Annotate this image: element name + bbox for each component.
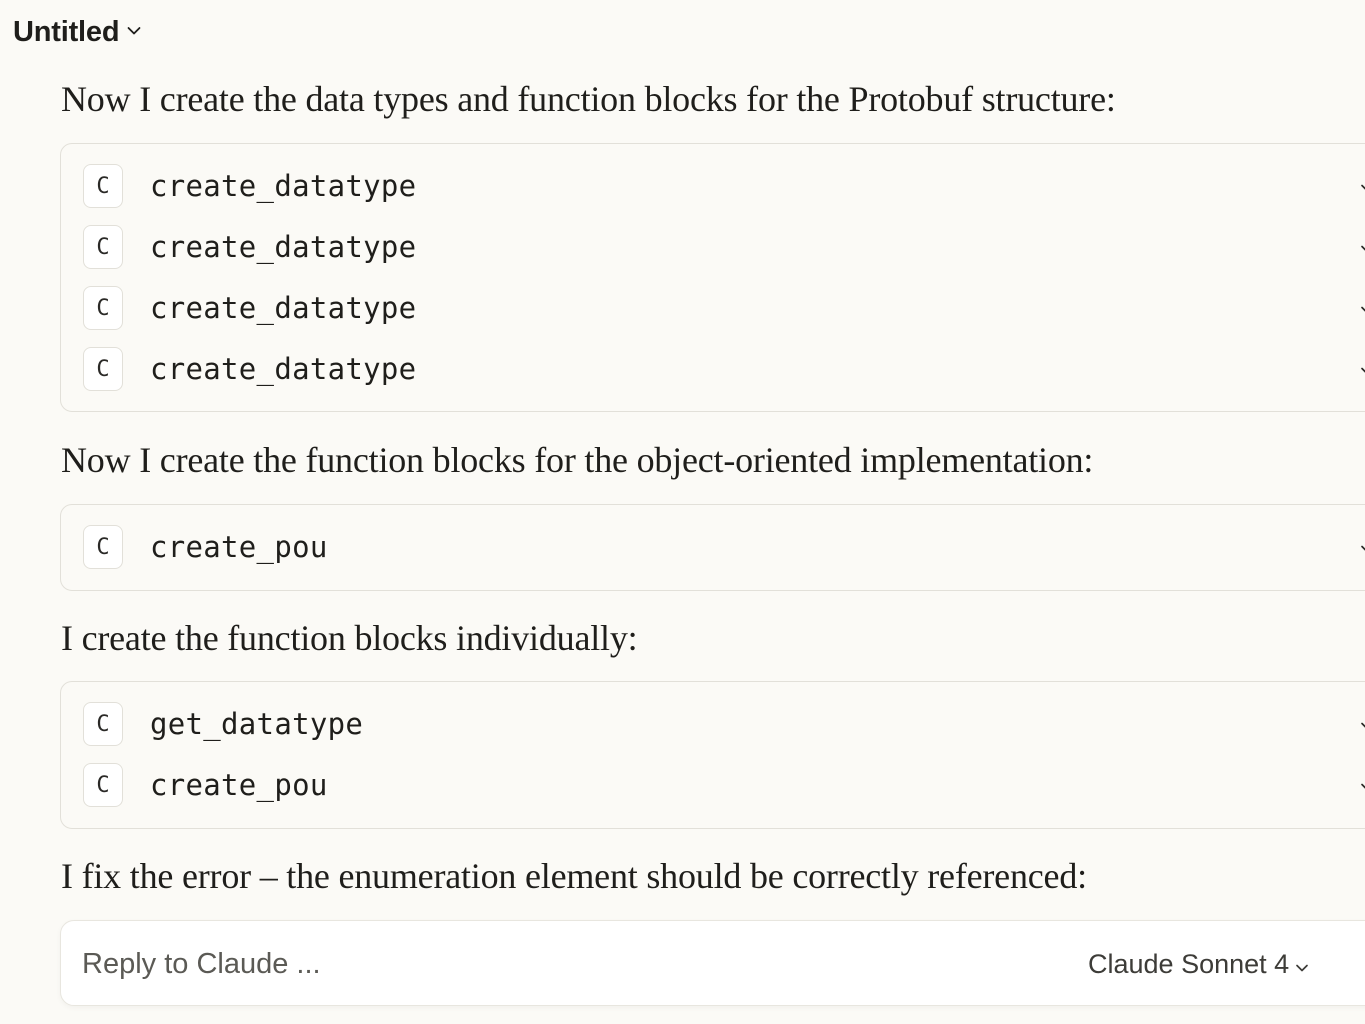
tool-call-name: create_datatype xyxy=(150,352,417,386)
tool-badge: C xyxy=(83,225,123,269)
tool-call-row[interactable]: C get_datatype xyxy=(61,698,1365,750)
tool-badge: C xyxy=(83,164,123,208)
chevron-down-icon[interactable] xyxy=(1360,718,1365,730)
tool-call-row[interactable]: C create_datatype xyxy=(61,282,1365,334)
conversation-title-menu[interactable]: Untitled xyxy=(13,12,141,52)
tool-call-row[interactable]: C create_pou xyxy=(61,759,1365,811)
tool-call-name: create_pou xyxy=(150,768,328,802)
tool-call-name: create_pou xyxy=(150,530,328,564)
tool-badge: C xyxy=(83,702,123,746)
chevron-down-icon[interactable] xyxy=(1360,541,1365,553)
tool-call-row[interactable]: C create_datatype xyxy=(61,343,1365,395)
chevron-down-icon[interactable] xyxy=(1360,302,1365,314)
tool-call-row[interactable]: C create_datatype xyxy=(61,221,1365,273)
chevron-down-icon xyxy=(1295,949,1309,980)
chevron-down-icon[interactable] xyxy=(1360,779,1365,791)
tool-badge: C xyxy=(83,763,123,807)
tool-call-row[interactable]: C create_datatype xyxy=(61,160,1365,212)
model-label: Claude Sonnet 4 xyxy=(1088,948,1290,979)
assistant-message-text: I create the function blocks individuall… xyxy=(61,618,638,658)
assistant-message-text: I fix the error – the enumeration elemen… xyxy=(61,856,1087,896)
tool-call-name: get_datatype xyxy=(150,707,364,741)
chevron-down-icon[interactable] xyxy=(1360,363,1365,375)
tool-calls-group: C get_datatype C create_pou xyxy=(60,681,1365,829)
assistant-message-text: Now I create the data types and function… xyxy=(61,79,1116,119)
chevron-down-icon[interactable] xyxy=(1360,241,1365,253)
chevron-down-icon xyxy=(127,26,141,38)
tool-badge: C xyxy=(83,286,123,330)
tool-call-row[interactable]: C create_pou xyxy=(61,521,1365,573)
tool-call-name: create_datatype xyxy=(150,230,417,264)
conversation-title: Untitled xyxy=(13,15,120,48)
model-selector[interactable]: Claude Sonnet 4 xyxy=(1088,945,1309,983)
reply-composer: Claude Sonnet 4 xyxy=(60,920,1365,1006)
tool-calls-group: C create_pou xyxy=(60,504,1365,591)
tool-badge: C xyxy=(83,525,123,569)
tool-call-name: create_datatype xyxy=(150,291,417,325)
assistant-message-text: Now I create the function blocks for the… xyxy=(61,440,1094,480)
chevron-down-icon[interactable] xyxy=(1360,180,1365,192)
tool-badge: C xyxy=(83,347,123,391)
reply-input[interactable] xyxy=(82,945,782,983)
tool-calls-group: C create_datatype C create_datatype C cr… xyxy=(60,143,1365,412)
tool-call-name: create_datatype xyxy=(150,169,417,203)
